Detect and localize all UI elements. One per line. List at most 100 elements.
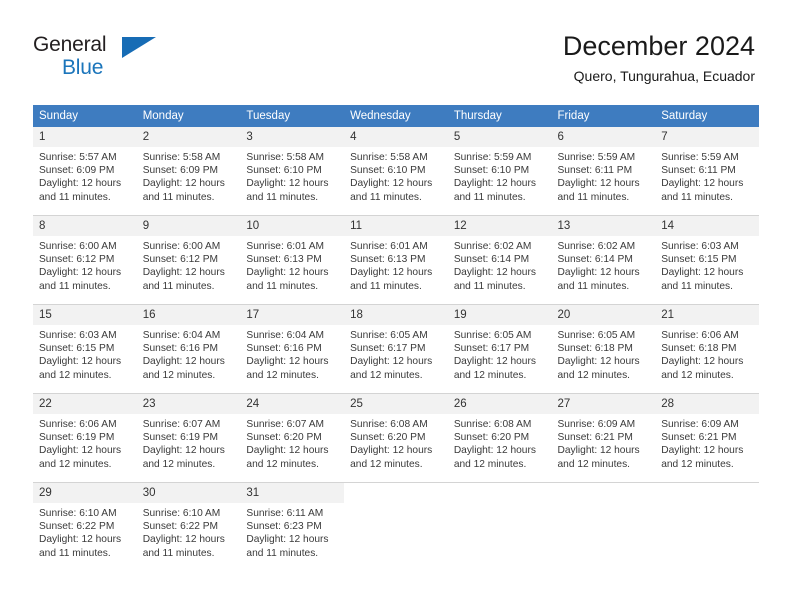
- daylight-text: Daylight: 12 hours and 12 minutes.: [39, 445, 122, 470]
- weekday-header-saturday: Saturday: [655, 105, 759, 127]
- daylight-text: Daylight: 12 hours and 11 minutes.: [142, 267, 225, 292]
- sunrise-text: Sunrise: 6:04 AM: [142, 330, 221, 341]
- calendar-day-cell[interactable]: 31 Sunrise: 6:11 AM Sunset: 6:23 PM Dayligh…: [240, 483, 345, 571]
- calendar-day-cell[interactable]: 1 Sunrise: 5:57 AM Sunset: 6:09 PM Daylight…: [33, 127, 137, 215]
- day-sun-info: Sunrise: 6:07 AM Sunset: 6:19 PM Daylight:…: [137, 414, 241, 471]
- day-number: 22: [33, 394, 137, 414]
- sunset-text: Sunset: 6:21 PM: [557, 432, 633, 444]
- day-sun-info: Sunrise: 6:00 AM Sunset: 6:12 PM Daylight:…: [33, 236, 137, 293]
- sunset-text: Sunset: 6:09 PM: [142, 165, 219, 177]
- day-sun-info: Sunrise: 6:05 AM Sunset: 6:17 PM Daylight:…: [448, 325, 552, 382]
- calendar-day-cell[interactable]: 18 Sunrise: 6:05 AM Sunset: 6:17 PM Dayligh…: [344, 305, 448, 393]
- sunrise-text: Sunrise: 6:05 AM: [453, 330, 532, 341]
- sunrise-text: Sunrise: 5:59 AM: [557, 152, 636, 163]
- calendar-day-cell-empty: [447, 483, 552, 571]
- sunset-text: Sunset: 6:23 PM: [246, 521, 322, 533]
- sunrise-text: Sunrise: 6:07 AM: [246, 419, 324, 430]
- sunset-text: Sunset: 6:22 PM: [39, 521, 115, 533]
- sunset-text: Sunset: 6:12 PM: [142, 254, 219, 266]
- daylight-text: Daylight: 12 hours and 11 minutes.: [557, 178, 640, 203]
- calendar-day-cell[interactable]: 19 Sunrise: 6:05 AM Sunset: 6:17 PM Dayligh…: [447, 305, 552, 393]
- day-sun-info: Sunrise: 6:08 AM Sunset: 6:20 PM Daylight:…: [448, 414, 552, 471]
- calendar-day-cell[interactable]: 10 Sunrise: 6:01 AM Sunset: 6:13 PM Dayligh…: [240, 216, 345, 304]
- day-sun-info: Sunrise: 6:01 AM Sunset: 6:13 PM Daylight:…: [240, 236, 344, 293]
- sunrise-text: Sunrise: 5:57 AM: [39, 152, 117, 163]
- day-number: 8: [33, 216, 137, 236]
- daylight-text: Daylight: 12 hours and 11 minutes.: [246, 267, 329, 292]
- day-number: 7: [655, 127, 759, 147]
- sunset-text: Sunset: 6:19 PM: [142, 432, 219, 444]
- calendar-day-cell-empty: [344, 483, 448, 571]
- daylight-text: Daylight: 12 hours and 12 minutes.: [557, 356, 640, 381]
- calendar-day-cell[interactable]: 22 Sunrise: 6:06 AM Sunset: 6:19 PM Dayligh…: [33, 394, 137, 482]
- day-sun-info: Sunrise: 5:58 AM Sunset: 6:10 PM Daylight:…: [344, 147, 448, 204]
- calendar-day-cell[interactable]: 15 Sunrise: 6:03 AM Sunset: 6:15 PM Dayligh…: [33, 305, 137, 393]
- daylight-text: Daylight: 12 hours and 11 minutes.: [39, 267, 122, 292]
- calendar-day-cell[interactable]: 26 Sunrise: 6:08 AM Sunset: 6:20 PM Dayligh…: [447, 394, 552, 482]
- daylight-text: Daylight: 12 hours and 12 minutes.: [350, 445, 433, 470]
- day-number: 29: [33, 483, 137, 503]
- daylight-text: Daylight: 12 hours and 12 minutes.: [557, 445, 640, 470]
- day-sun-info: Sunrise: 6:03 AM Sunset: 6:15 PM Daylight:…: [655, 236, 759, 293]
- logo-triangle-icon: [122, 37, 156, 58]
- sunset-text: Sunset: 6:17 PM: [350, 343, 426, 355]
- day-number: 27: [551, 394, 656, 414]
- sunrise-text: Sunrise: 6:08 AM: [453, 419, 532, 430]
- daylight-text: Daylight: 12 hours and 12 minutes.: [453, 445, 536, 470]
- calendar-day-cell[interactable]: 27 Sunrise: 6:09 AM Sunset: 6:21 PM Dayligh…: [551, 394, 656, 482]
- calendar-day-cell[interactable]: 2 Sunrise: 5:58 AM Sunset: 6:09 PM Daylight…: [136, 127, 241, 215]
- calendar-day-cell[interactable]: 23 Sunrise: 6:07 AM Sunset: 6:19 PM Dayligh…: [136, 394, 241, 482]
- day-sun-info: Sunrise: 5:58 AM Sunset: 6:10 PM Daylight:…: [240, 147, 344, 204]
- general-blue-logo[interactable]: General Blue: [33, 33, 163, 81]
- day-number: [551, 483, 656, 503]
- day-number: 19: [447, 305, 552, 325]
- calendar-day-cell[interactable]: 20 Sunrise: 6:05 AM Sunset: 6:18 PM Dayligh…: [551, 305, 656, 393]
- calendar-day-cell[interactable]: 6 Sunrise: 5:59 AM Sunset: 6:11 PM Daylight…: [551, 127, 656, 215]
- calendar-day-cell[interactable]: 9 Sunrise: 6:00 AM Sunset: 6:12 PM Daylight…: [136, 216, 241, 304]
- calendar-day-cell[interactable]: 29 Sunrise: 6:10 AM Sunset: 6:22 PM Dayligh…: [33, 483, 137, 571]
- calendar-day-cell[interactable]: 21 Sunrise: 6:06 AM Sunset: 6:18 PM Dayligh…: [655, 305, 759, 393]
- calendar-day-cell[interactable]: 8 Sunrise: 6:00 AM Sunset: 6:12 PM Daylight…: [33, 216, 137, 304]
- sunrise-text: Sunrise: 6:10 AM: [39, 508, 117, 519]
- daylight-text: Daylight: 12 hours and 11 minutes.: [39, 534, 122, 559]
- daylight-text: Daylight: 12 hours and 11 minutes.: [453, 267, 536, 292]
- calendar-day-cell[interactable]: 14 Sunrise: 6:03 AM Sunset: 6:15 PM Dayligh…: [655, 216, 759, 304]
- sunrise-text: Sunrise: 6:02 AM: [557, 241, 636, 252]
- daylight-text: Daylight: 12 hours and 11 minutes.: [557, 267, 640, 292]
- calendar-day-cell[interactable]: 24 Sunrise: 6:07 AM Sunset: 6:20 PM Dayligh…: [240, 394, 345, 482]
- calendar-day-cell[interactable]: 4 Sunrise: 5:58 AM Sunset: 6:10 PM Daylight…: [344, 127, 448, 215]
- sunset-text: Sunset: 6:21 PM: [661, 432, 737, 444]
- calendar-day-cell[interactable]: 16 Sunrise: 6:04 AM Sunset: 6:16 PM Dayligh…: [136, 305, 241, 393]
- calendar-day-cell[interactable]: 17 Sunrise: 6:04 AM Sunset: 6:16 PM Dayligh…: [240, 305, 345, 393]
- daylight-text: Daylight: 12 hours and 12 minutes.: [142, 445, 225, 470]
- day-number: 12: [447, 216, 552, 236]
- calendar-day-cell[interactable]: 7 Sunrise: 5:59 AM Sunset: 6:11 PM Daylight…: [655, 127, 759, 215]
- calendar-day-cell[interactable]: 25 Sunrise: 6:08 AM Sunset: 6:20 PM Dayligh…: [344, 394, 448, 482]
- calendar-day-cell[interactable]: 5 Sunrise: 5:59 AM Sunset: 6:10 PM Daylight…: [447, 127, 552, 215]
- calendar-day-cell[interactable]: 12 Sunrise: 6:02 AM Sunset: 6:14 PM Dayligh…: [447, 216, 552, 304]
- calendar-day-cell[interactable]: 28 Sunrise: 6:09 AM Sunset: 6:21 PM Dayligh…: [655, 394, 759, 482]
- calendar-day-cell[interactable]: 13 Sunrise: 6:02 AM Sunset: 6:14 PM Dayligh…: [551, 216, 656, 304]
- sunset-text: Sunset: 6:09 PM: [39, 165, 115, 177]
- sunset-text: Sunset: 6:16 PM: [246, 343, 322, 355]
- day-sun-info: Sunrise: 6:00 AM Sunset: 6:12 PM Daylight:…: [137, 236, 241, 293]
- day-sun-info: Sunrise: 6:11 AM Sunset: 6:23 PM Daylight:…: [240, 503, 344, 560]
- day-number: 4: [344, 127, 448, 147]
- day-sun-info: Sunrise: 6:04 AM Sunset: 6:16 PM Daylight:…: [240, 325, 344, 382]
- sunrise-text: Sunrise: 6:04 AM: [246, 330, 324, 341]
- day-number: 14: [655, 216, 759, 236]
- sunset-text: Sunset: 6:22 PM: [142, 521, 219, 533]
- day-number: 26: [447, 394, 552, 414]
- daylight-text: Daylight: 12 hours and 11 minutes.: [142, 534, 225, 559]
- calendar-day-cell[interactable]: 11 Sunrise: 6:01 AM Sunset: 6:13 PM Dayligh…: [344, 216, 448, 304]
- calendar-day-cell[interactable]: 3 Sunrise: 5:58 AM Sunset: 6:10 PM Daylight…: [240, 127, 345, 215]
- day-sun-info: Sunrise: 6:05 AM Sunset: 6:17 PM Daylight:…: [344, 325, 448, 382]
- calendar-day-cell[interactable]: 30 Sunrise: 6:10 AM Sunset: 6:22 PM Dayligh…: [136, 483, 241, 571]
- sunrise-text: Sunrise: 5:58 AM: [142, 152, 221, 163]
- day-number: [344, 483, 448, 503]
- day-sun-info: Sunrise: 6:04 AM Sunset: 6:16 PM Daylight:…: [137, 325, 241, 382]
- daylight-text: Daylight: 12 hours and 12 minutes.: [661, 356, 744, 381]
- day-number: 15: [33, 305, 137, 325]
- daylight-text: Daylight: 12 hours and 11 minutes.: [39, 178, 122, 203]
- day-number: 2: [136, 127, 241, 147]
